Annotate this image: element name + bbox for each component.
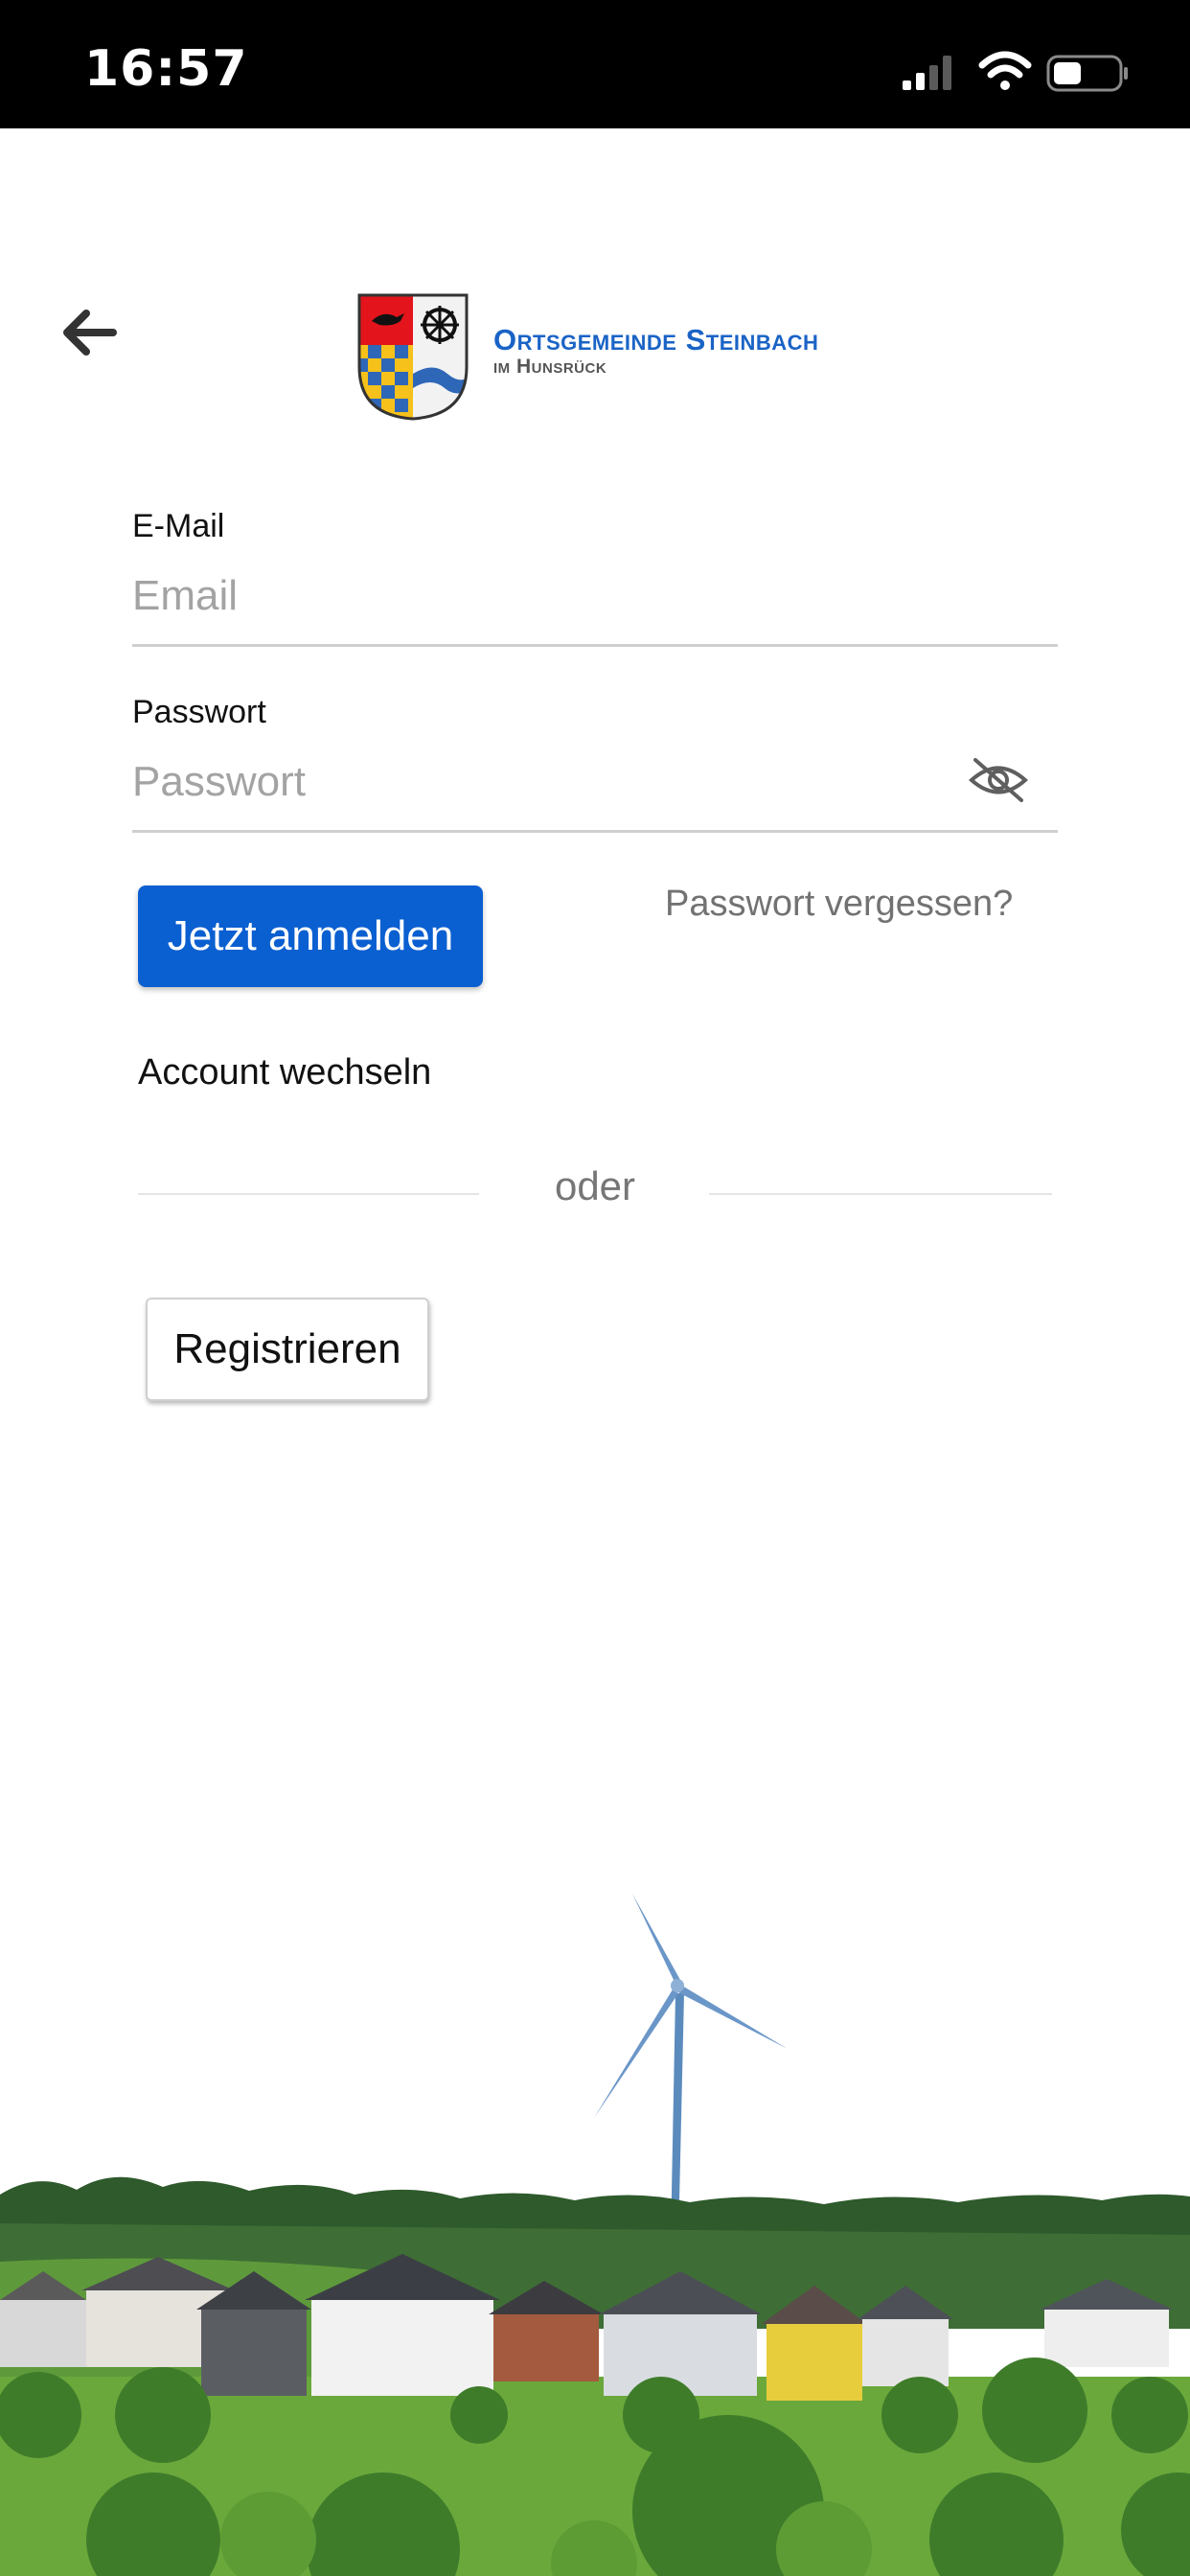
password-underline: [132, 830, 1058, 833]
coat-of-arms-icon: [357, 293, 469, 421]
divider-left: [138, 1193, 479, 1195]
wifi-icon: [978, 51, 1032, 90]
switch-account-link[interactable]: Account wechseln: [138, 1052, 431, 1093]
back-arrow-icon[interactable]: [56, 299, 123, 366]
register-button[interactable]: Registrieren: [146, 1298, 429, 1401]
status-bar: 16:57: [0, 0, 1190, 128]
email-underline: [132, 644, 1058, 647]
signal-icon: [903, 56, 951, 90]
battery-icon: [1046, 55, 1128, 92]
forgot-password-link[interactable]: Passwort vergessen?: [665, 884, 1013, 925]
divider-right: [709, 1193, 1052, 1195]
logo: Ortsgemeinde Steinbach im Hunsrück: [356, 292, 845, 422]
email-field[interactable]: [132, 567, 1057, 625]
password-label: Passwort: [132, 694, 266, 730]
email-label: E-Mail: [132, 508, 225, 544]
status-icons: [903, 51, 1128, 92]
eye-off-icon[interactable]: [968, 754, 1029, 806]
logo-title: Ortsgemeinde Steinbach: [493, 323, 819, 356]
password-field[interactable]: [132, 753, 947, 811]
logo-subtitle: im Hunsrück: [493, 356, 607, 378]
wind-turbine: [594, 1894, 788, 2242]
village-landscape-image: [0, 1894, 1190, 2576]
status-time: 16:57: [84, 40, 248, 98]
login-button[interactable]: Jetzt anmelden: [138, 886, 483, 987]
divider-text: oder: [554, 1163, 636, 1208]
